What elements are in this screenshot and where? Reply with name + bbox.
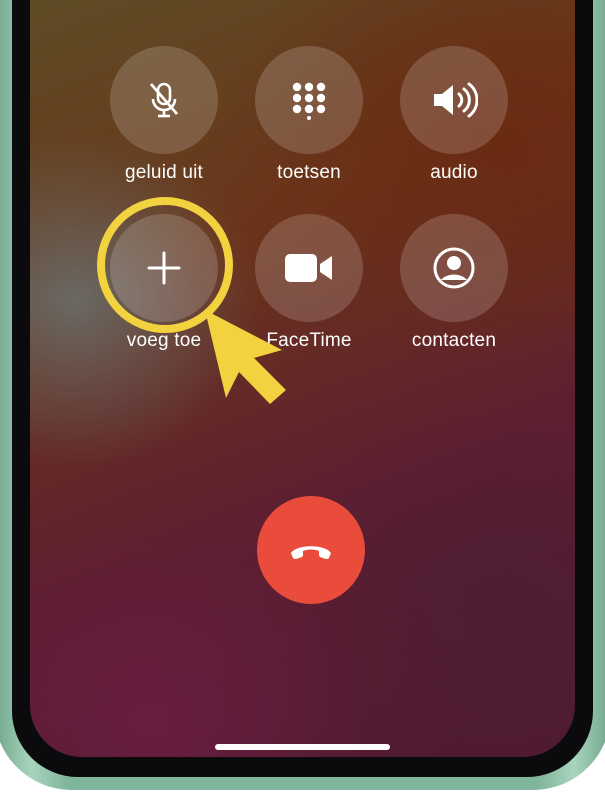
call-screen: geluid uit toetsen audio voeg toe FaceTi… bbox=[30, 0, 575, 757]
home-indicator bbox=[215, 744, 390, 750]
keypad-label: toetsen bbox=[277, 162, 341, 183]
speaker-icon bbox=[434, 82, 478, 118]
contacts-button[interactable] bbox=[400, 214, 508, 322]
mute-button[interactable] bbox=[110, 46, 218, 154]
end-call-button[interactable] bbox=[257, 496, 365, 604]
audio-button[interactable] bbox=[400, 46, 508, 154]
microphone-slash-icon bbox=[149, 82, 179, 118]
pointer-arrow-icon bbox=[205, 310, 286, 404]
video-camera-icon bbox=[285, 254, 332, 282]
audio-label: audio bbox=[430, 162, 478, 183]
keypad-grid-icon bbox=[292, 82, 326, 120]
phone-hangup-icon bbox=[291, 546, 331, 559]
contacts-label: contacten bbox=[411, 330, 497, 351]
contact-person-icon bbox=[433, 247, 475, 289]
keypad-button[interactable] bbox=[255, 46, 363, 154]
mute-label: geluid uit bbox=[124, 162, 204, 183]
